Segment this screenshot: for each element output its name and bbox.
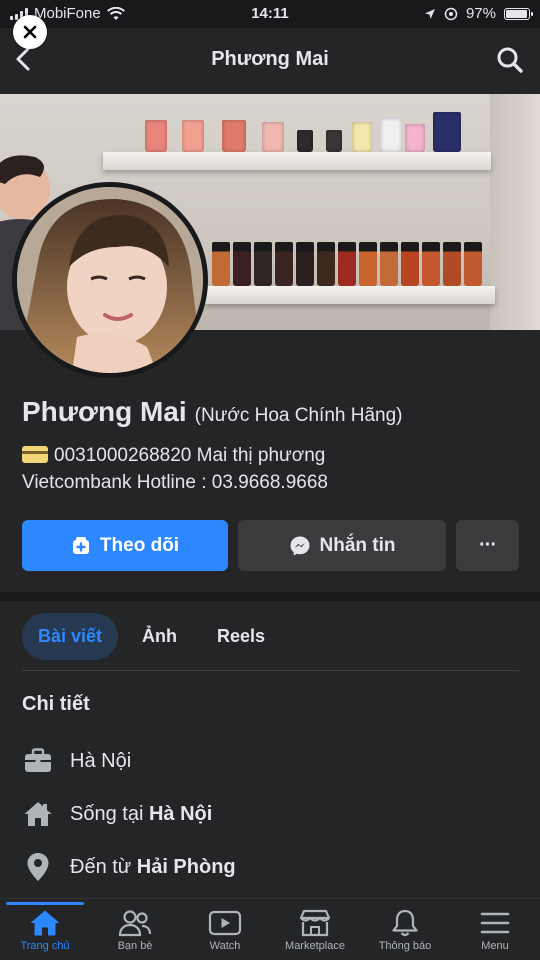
credit-card-icon xyxy=(22,446,48,463)
detail-from: Đến từ Hải Phòng xyxy=(22,852,236,882)
search-button[interactable] xyxy=(496,46,524,79)
search-icon xyxy=(497,47,523,73)
home-icon xyxy=(30,910,60,936)
bio-line-1: 0031000268820 Mai thị phương xyxy=(54,445,326,466)
profile-bio: 0031000268820 Mai thị phương Vietcombank… xyxy=(22,442,328,496)
profile-subtitle: (Nước Hoa Chính Hãng) xyxy=(194,405,403,426)
menu-icon xyxy=(480,912,510,934)
messenger-icon xyxy=(290,536,309,555)
detail-workplace-text: Hà Nội xyxy=(70,749,132,772)
watch-icon xyxy=(208,910,242,936)
nav-marketplace-label: Marketplace xyxy=(285,940,345,952)
profile-tabs: Bài viết Ảnh Reels xyxy=(22,613,281,660)
page-title: Phương Mai xyxy=(211,48,329,70)
tabs-underline xyxy=(22,670,519,671)
more-options-button[interactable]: ··· xyxy=(456,520,519,571)
bio-line-2: Vietcombank Hotline : 03.9668.9668 xyxy=(22,472,328,493)
profile-name: Phương Mai xyxy=(22,396,187,427)
tab-posts-label: Bài viết xyxy=(38,626,103,646)
tab-photos-label: Ảnh xyxy=(142,626,178,646)
location-arrow-icon xyxy=(424,8,435,19)
detail-from-place[interactable]: Hải Phòng xyxy=(137,856,236,878)
detail-lives-in-text: Sống tại xyxy=(70,802,149,825)
close-icon xyxy=(23,25,37,39)
nav-marketplace[interactable]: Marketplace xyxy=(270,899,360,960)
location-pin-icon xyxy=(22,852,54,882)
home-icon xyxy=(22,800,54,828)
nav-notifications[interactable]: Thông báo xyxy=(360,899,450,960)
detail-lives-in-place[interactable]: Hà Nội xyxy=(149,803,212,825)
friends-icon xyxy=(118,910,152,937)
status-bar: MobiFone 14:11 97% xyxy=(0,0,540,28)
nav-home-label: Trang chủ xyxy=(20,940,70,952)
nav-watch-label: Watch xyxy=(209,940,241,952)
orientation-lock-icon xyxy=(444,7,458,20)
message-button[interactable]: Nhắn tin xyxy=(238,520,446,571)
tab-posts[interactable]: Bài viết xyxy=(22,613,119,660)
nav-menu[interactable]: Menu xyxy=(450,899,540,960)
tab-photos[interactable]: Ảnh xyxy=(126,613,193,660)
nav-menu-label: Menu xyxy=(481,940,509,952)
follow-icon xyxy=(72,536,89,554)
bell-icon xyxy=(392,909,418,937)
nav-notifications-label: Thông báo xyxy=(378,940,432,952)
battery-icon xyxy=(504,7,533,20)
tab-reels[interactable]: Reels xyxy=(201,613,281,660)
profile-name-row: Phương Mai (Nước Hoa Chính Hãng) xyxy=(22,396,403,428)
nav-home[interactable]: Trang chủ xyxy=(0,899,90,960)
detail-workplace: Hà Nội xyxy=(22,748,131,774)
top-app-bar: Phương Mai xyxy=(0,28,540,94)
section-divider xyxy=(0,592,540,601)
nav-friends-label: Bạn bè xyxy=(117,940,153,952)
detail-lives-in: Sống tại Hà Nội xyxy=(22,800,212,828)
follow-label: Theo dõi xyxy=(99,534,180,556)
details-heading: Chi tiết xyxy=(22,693,90,715)
more-icon: ··· xyxy=(479,534,497,556)
briefcase-icon xyxy=(22,748,54,774)
profile-avatar[interactable] xyxy=(12,182,208,378)
battery-percent: 97% xyxy=(465,5,496,22)
tab-reels-label: Reels xyxy=(217,626,266,646)
bottom-navigation: Trang chủ Bạn bè Watch Marketplace Thông… xyxy=(0,898,540,960)
nav-friends[interactable]: Bạn bè xyxy=(90,899,180,960)
message-label: Nhắn tin xyxy=(319,534,396,556)
marketplace-icon xyxy=(299,909,331,937)
nav-watch[interactable]: Watch xyxy=(180,899,270,960)
follow-button[interactable]: Theo dõi xyxy=(22,520,228,571)
close-button[interactable] xyxy=(13,15,47,49)
detail-from-text: Đến từ xyxy=(70,855,137,878)
status-right: 97% xyxy=(424,5,533,22)
